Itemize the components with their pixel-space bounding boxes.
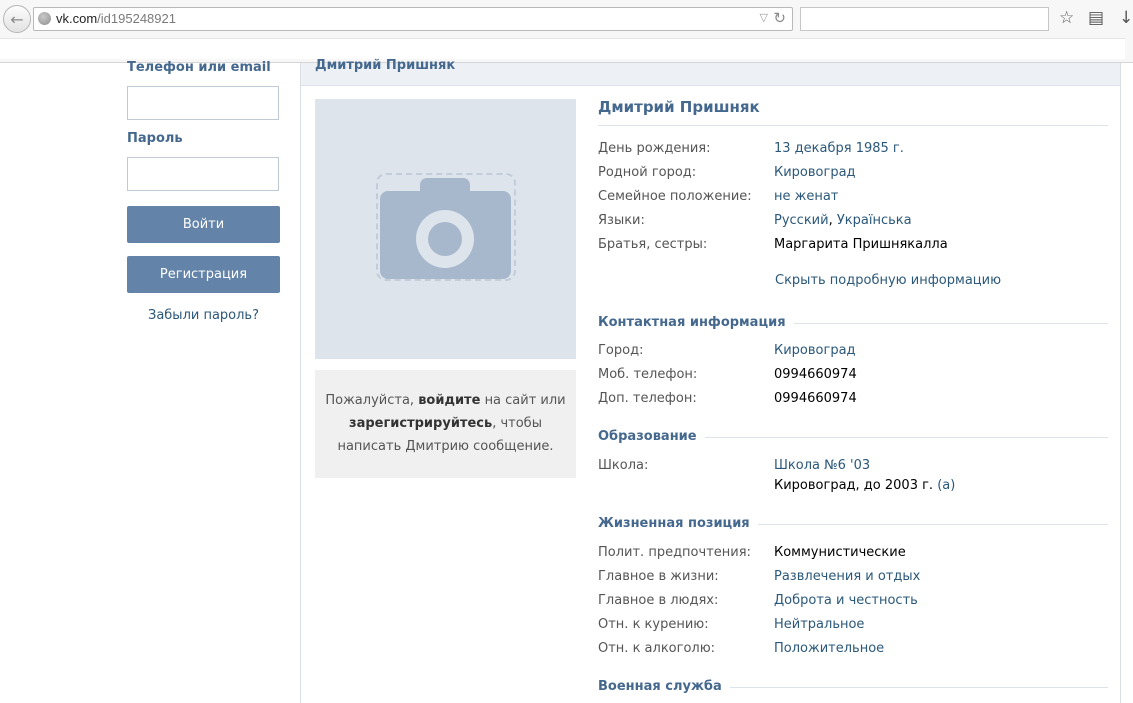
- url-domain: vk.com: [56, 11, 98, 26]
- register-link[interactable]: зарегистрируйтесь: [349, 416, 492, 431]
- url-text: vk.com/id195248921: [56, 11, 176, 26]
- education-section-title: Образование: [598, 429, 705, 444]
- hometown-value[interactable]: Кировоград: [774, 165, 856, 180]
- login-link[interactable]: войдите: [418, 393, 480, 408]
- military-section-title: Военная служба: [598, 679, 730, 694]
- alcohol-value[interactable]: Положительное: [774, 641, 884, 656]
- search-input[interactable]: [800, 7, 1049, 31]
- school-class-link[interactable]: (а): [937, 478, 955, 493]
- birthday-value[interactable]: 13 декабря 1985 г.: [774, 141, 904, 156]
- header-profile-name: Дмитрий Пришняк: [315, 58, 456, 73]
- password-label: Пароль: [127, 131, 183, 146]
- dropdown-arrow-icon[interactable]: ▽: [760, 11, 768, 24]
- siblings-label: Братья, сестры:: [598, 237, 708, 252]
- hide-details-link[interactable]: Скрыть подробную информацию: [775, 273, 1001, 288]
- globe-icon: [38, 12, 51, 25]
- extra-phone-label: Доп. телефон:: [598, 391, 697, 406]
- login-button[interactable]: Войти: [127, 206, 280, 243]
- city-value[interactable]: Кировоград: [774, 343, 856, 358]
- bookmarks-icon[interactable]: ▤: [1088, 8, 1104, 28]
- marital-status-label: Семейное положение:: [598, 189, 752, 204]
- smoking-value[interactable]: Нейтральное: [774, 617, 864, 632]
- marital-status-value[interactable]: не женат: [774, 189, 838, 204]
- hometown-label: Родной город:: [598, 165, 697, 180]
- school-label: Школа:: [598, 458, 649, 473]
- message-mid: на сайт или: [484, 393, 566, 408]
- phone-email-label: Телефон или email: [127, 60, 271, 75]
- arrow-left-icon: ←: [10, 9, 24, 29]
- message-prompt: Пожалуйста, войдите на сайт или зарегист…: [315, 370, 576, 478]
- contacts-section-title: Контактная информация: [598, 315, 794, 330]
- back-button[interactable]: ←: [3, 5, 31, 33]
- extra-phone-value: 0994660974: [774, 391, 857, 406]
- forgot-password-link[interactable]: Забыли пароль?: [127, 308, 280, 323]
- star-icon[interactable]: ☆: [1059, 8, 1074, 28]
- city-label: Город:: [598, 343, 644, 358]
- alcohol-label: Отн. к алкоголю:: [598, 641, 716, 656]
- download-icon[interactable]: ↓: [1119, 8, 1133, 28]
- name-divider: [598, 125, 1108, 126]
- camera-lens: [428, 222, 462, 256]
- mobile-phone-label: Моб. телефон:: [598, 367, 698, 382]
- tab-strip: [0, 38, 1125, 59]
- mobile-phone-value: 0994660974: [774, 367, 857, 382]
- profile-header: Дмитрий Пришняк: [301, 58, 1120, 86]
- profile-name: Дмитрий Пришняк: [598, 98, 760, 116]
- birthday-label: День рождения:: [598, 141, 711, 156]
- school-detail-text: Кировоград, до 2003 г.: [774, 478, 934, 493]
- message-prefix: Пожалуйста,: [325, 393, 415, 408]
- password-field[interactable]: [127, 157, 279, 191]
- register-button[interactable]: Регистрация: [127, 256, 280, 293]
- school-detail: Кировоград, до 2003 г. (а): [774, 478, 955, 493]
- life-position-section-title: Жизненная позиция: [598, 516, 758, 531]
- address-bar[interactable]: vk.com/id195248921 ▽ ↻: [33, 7, 793, 31]
- column-divider: [300, 63, 301, 703]
- profile-photo: [315, 99, 576, 359]
- browser-toolbar: ← vk.com/id195248921 ▽ ↻ ☆ ▤ ↓: [0, 0, 1133, 63]
- siblings-value: Маргарита Пришнякалла: [774, 237, 948, 252]
- content-border: [1120, 63, 1121, 703]
- school-value[interactable]: Школа №6 '03: [774, 458, 870, 473]
- main-in-life-label: Главное в жизни:: [598, 569, 719, 584]
- politics-label: Полит. предпочтения:: [598, 545, 751, 560]
- reload-icon[interactable]: ↻: [773, 9, 786, 27]
- phone-email-field[interactable]: [127, 86, 279, 120]
- main-in-life-value[interactable]: Развлечения и отдых: [774, 569, 920, 584]
- languages-label: Языки:: [598, 213, 645, 228]
- politics-value: Коммунистические: [774, 545, 906, 560]
- main-in-people-label: Главное в людях:: [598, 593, 719, 608]
- url-path: /id195248921: [97, 11, 176, 26]
- language-link[interactable]: Українська: [837, 213, 912, 228]
- main-in-people-value[interactable]: Доброта и честность: [774, 593, 918, 608]
- languages-value: Русский, Українська: [774, 213, 912, 228]
- language-separator: ,: [828, 213, 833, 228]
- language-link[interactable]: Русский: [774, 213, 829, 228]
- smoking-label: Отн. к курению:: [598, 617, 709, 632]
